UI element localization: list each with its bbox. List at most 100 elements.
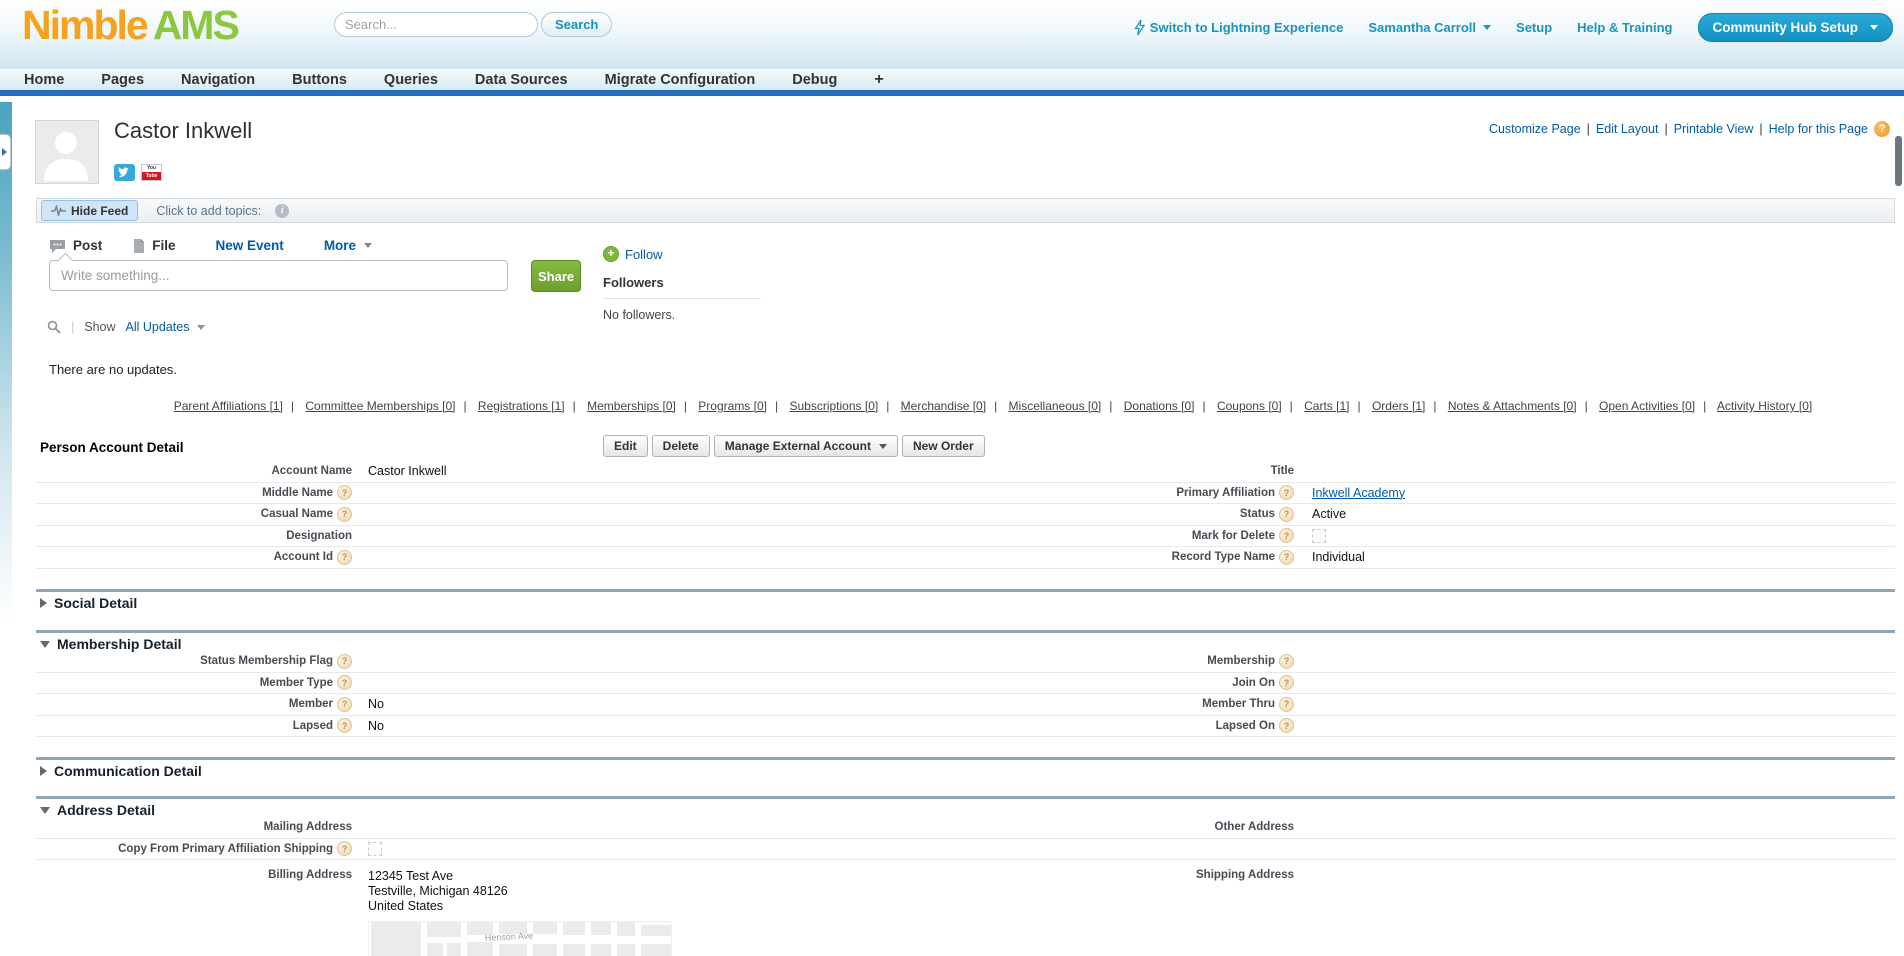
help-icon[interactable]: [1279, 528, 1294, 543]
help-icon[interactable]: [337, 550, 352, 565]
user-menu[interactable]: Samantha Carroll: [1368, 20, 1491, 35]
help-icon[interactable]: [337, 485, 352, 500]
field-label: Middle Name: [262, 487, 333, 499]
switch-to-lightning-link[interactable]: Switch to Lightning Experience: [1134, 19, 1344, 36]
vertical-scrollbar-thumb[interactable]: [1895, 136, 1902, 186]
field-value: Active: [1294, 507, 1895, 521]
address-map[interactable]: Henson Ave: [368, 921, 672, 956]
search-icon[interactable]: [47, 320, 61, 334]
add-tab-button[interactable]: +: [874, 71, 883, 89]
file-tab[interactable]: File: [133, 238, 175, 253]
tab-navigation[interactable]: Navigation: [181, 72, 255, 88]
help-icon[interactable]: [1279, 718, 1294, 733]
delete-button[interactable]: Delete: [652, 435, 710, 457]
tab-data-sources[interactable]: Data Sources: [475, 72, 568, 88]
help-icon[interactable]: [337, 507, 352, 522]
field-label: Record Type Name: [1172, 551, 1275, 563]
edit-layout-link[interactable]: Edit Layout: [1596, 122, 1659, 136]
related-memberships[interactable]: Memberships [0]: [587, 399, 676, 413]
field-row: Mailing Address Other Address: [36, 817, 1895, 839]
hide-feed-button[interactable]: Hide Feed: [41, 200, 138, 221]
section-membership-detail[interactable]: Membership Detail: [40, 636, 181, 652]
section-divider: [36, 589, 1895, 592]
help-icon[interactable]: [1279, 507, 1294, 522]
help-icon[interactable]: [1279, 550, 1294, 565]
related-registrations[interactable]: Registrations [1]: [478, 399, 565, 413]
manage-external-account-button[interactable]: Manage External Account: [714, 435, 898, 457]
help-icon[interactable]: [1279, 485, 1294, 500]
more-tab[interactable]: More: [324, 238, 372, 253]
related-merchandise[interactable]: Merchandise [0]: [901, 399, 986, 413]
twitter-icon[interactable]: [114, 164, 135, 181]
section-social-detail[interactable]: Social Detail: [40, 595, 137, 611]
help-icon[interactable]: [337, 654, 352, 669]
related-notes-attachments[interactable]: Notes & Attachments [0]: [1448, 399, 1577, 413]
youtube-icon[interactable]: You Tube: [141, 164, 162, 181]
related-miscellaneous[interactable]: Miscellaneous [0]: [1009, 399, 1102, 413]
related-coupons[interactable]: Coupons [0]: [1217, 399, 1282, 413]
mark-for-delete-checkbox[interactable]: [1312, 529, 1326, 543]
speech-bubble-icon: [49, 239, 66, 253]
printable-view-link[interactable]: Printable View: [1674, 122, 1754, 136]
copy-shipping-checkbox[interactable]: [368, 842, 382, 856]
new-order-button[interactable]: New Order: [902, 435, 985, 457]
sidebar-expand-handle[interactable]: [0, 134, 11, 170]
help-icon[interactable]: [337, 697, 352, 712]
search-button[interactable]: Search: [541, 12, 612, 37]
related-orders[interactable]: Orders [1]: [1372, 399, 1425, 413]
field-row: Casual Name Status Active: [36, 504, 1895, 526]
help-icon[interactable]: [1279, 654, 1294, 669]
add-topics-link[interactable]: Click to add topics:: [156, 204, 261, 218]
lightning-bolt-icon: [1134, 19, 1145, 36]
app-window: NimbleAMS Search Switch to Lightning Exp…: [0, 0, 1904, 956]
collapsed-triangle-icon: [40, 598, 47, 608]
help-question-icon[interactable]: [1874, 121, 1890, 137]
post-composer-input[interactable]: [49, 260, 508, 291]
help-icon[interactable]: [1279, 697, 1294, 712]
related-activity-history[interactable]: Activity History [0]: [1717, 399, 1812, 413]
help-training-link[interactable]: Help & Training: [1577, 20, 1672, 35]
community-hub-setup-button[interactable]: Community Hub Setup: [1698, 13, 1894, 42]
follow-button[interactable]: Follow: [603, 246, 761, 262]
related-committee-memberships[interactable]: Committee Memberships [0]: [305, 399, 455, 413]
avatar[interactable]: [35, 120, 99, 184]
field-label: Account Name: [271, 465, 352, 477]
section-communication-detail[interactable]: Communication Detail: [40, 763, 202, 779]
help-icon[interactable]: [1279, 675, 1294, 690]
setup-link[interactable]: Setup: [1516, 20, 1552, 35]
field-label: Mailing Address: [264, 821, 352, 833]
tab-debug[interactable]: Debug: [792, 72, 837, 88]
field-label: Copy From Primary Affiliation Shipping: [118, 843, 333, 855]
share-button[interactable]: Share: [531, 260, 581, 292]
search-input[interactable]: [334, 12, 538, 37]
address-detail-fields: Mailing Address Other Address Copy From …: [36, 817, 1895, 956]
tab-queries[interactable]: Queries: [384, 72, 438, 88]
tab-migrate-configuration[interactable]: Migrate Configuration: [605, 72, 756, 88]
help-icon[interactable]: [337, 841, 352, 856]
field-value: Inkwell Academy: [1294, 486, 1895, 500]
related-subscriptions[interactable]: Subscriptions [0]: [789, 399, 878, 413]
related-open-activities[interactable]: Open Activities [0]: [1599, 399, 1695, 413]
tab-home[interactable]: Home: [24, 72, 64, 88]
related-parent-affiliations[interactable]: Parent Affiliations [1]: [174, 399, 283, 413]
feed-filter-dropdown[interactable]: All Updates: [126, 320, 206, 334]
account-detail-fields: Account Name Castor Inkwell Title Middle…: [36, 461, 1895, 569]
new-event-tab[interactable]: New Event: [216, 238, 284, 253]
billing-address-value: 12345 Test Ave Testville, Michigan 48126…: [352, 860, 950, 956]
edit-button[interactable]: Edit: [603, 435, 648, 457]
customize-page-link[interactable]: Customize Page: [1489, 122, 1581, 136]
primary-affiliation-link[interactable]: Inkwell Academy: [1312, 486, 1405, 500]
help-icon[interactable]: [337, 675, 352, 690]
post-tab[interactable]: Post: [49, 238, 102, 253]
related-programs[interactable]: Programs [0]: [698, 399, 767, 413]
help-icon[interactable]: [337, 718, 352, 733]
tab-pages[interactable]: Pages: [101, 72, 144, 88]
info-icon[interactable]: [275, 204, 289, 218]
tab-buttons[interactable]: Buttons: [292, 72, 347, 88]
related-donations[interactable]: Donations [0]: [1124, 399, 1195, 413]
help-for-this-page-link[interactable]: Help for this Page: [1769, 122, 1868, 136]
social-icons: You Tube: [114, 164, 162, 181]
section-address-detail[interactable]: Address Detail: [40, 802, 155, 818]
field-label: Billing Address: [268, 869, 352, 881]
related-carts[interactable]: Carts [1]: [1304, 399, 1349, 413]
